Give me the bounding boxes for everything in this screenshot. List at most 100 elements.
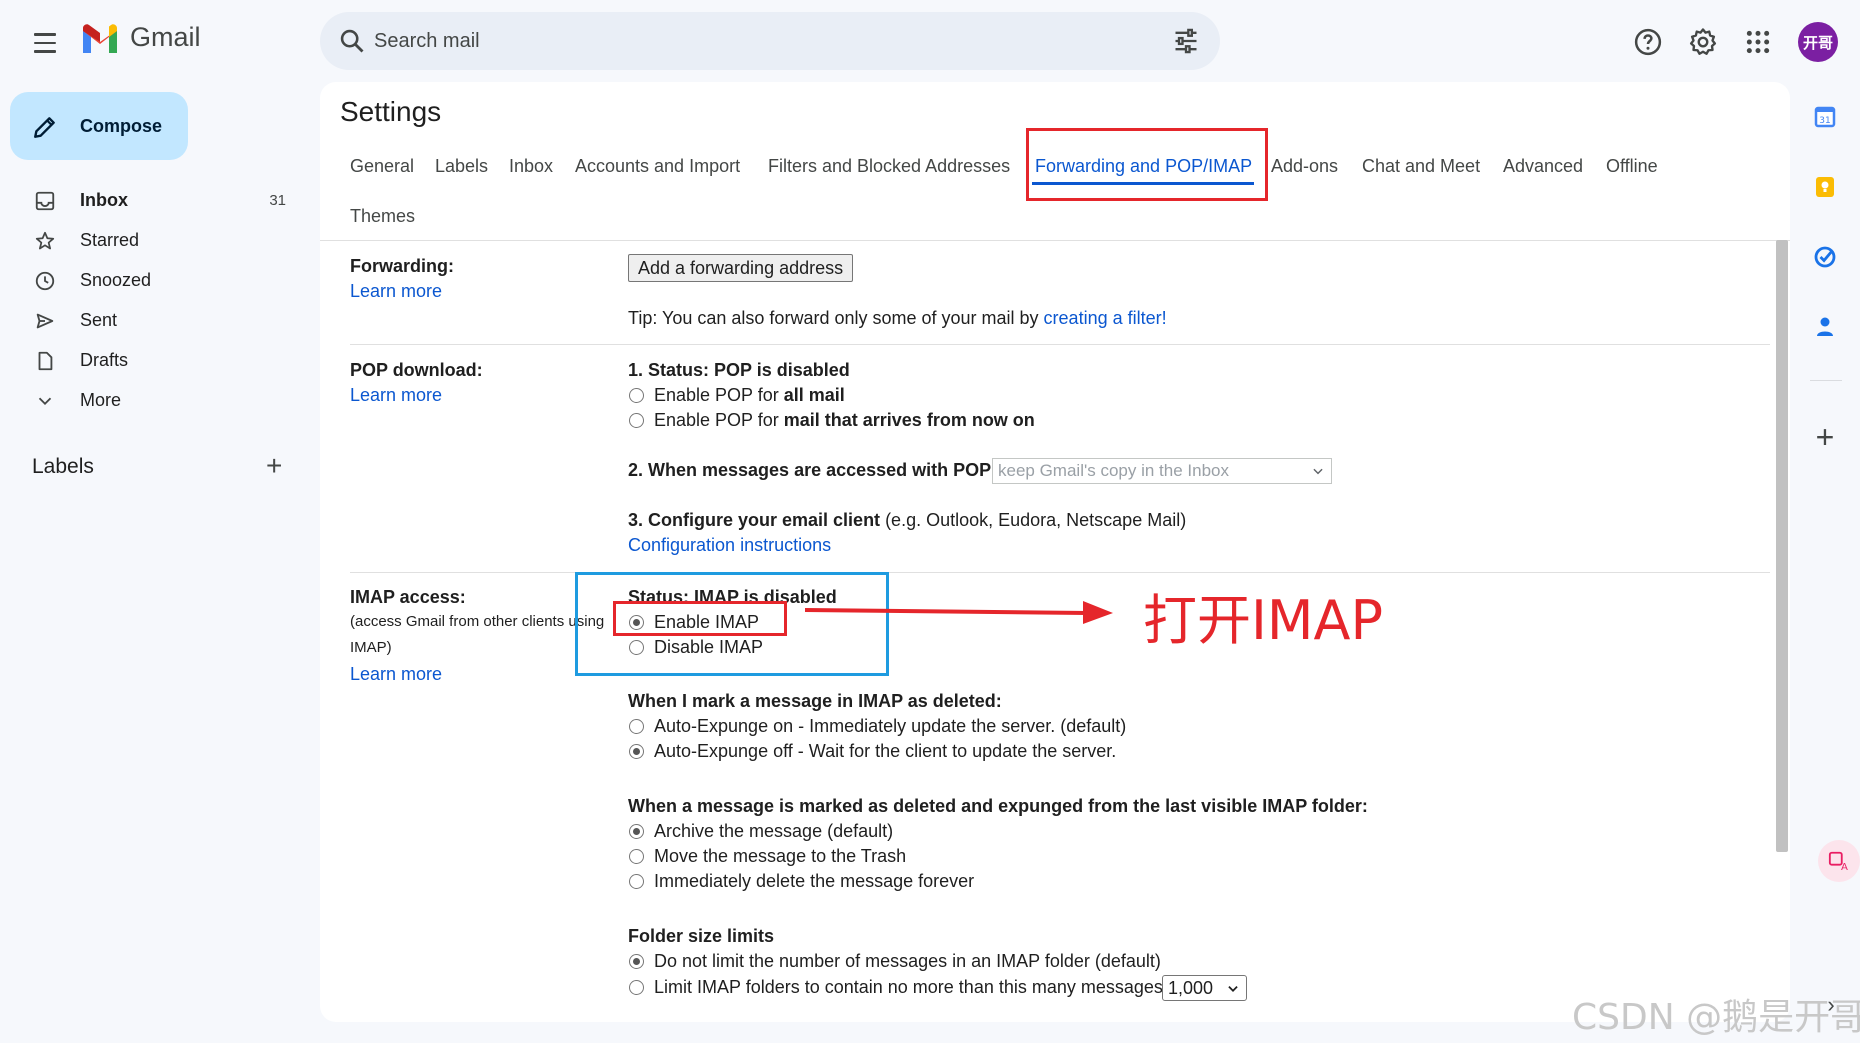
page-title: Settings bbox=[340, 96, 442, 127]
compose-button[interactable]: Compose bbox=[10, 92, 188, 160]
svg-text:A: A bbox=[1841, 862, 1848, 872]
section-divider bbox=[350, 344, 1770, 345]
tab-offline[interactable]: Offline bbox=[1606, 156, 1658, 177]
sidebar-item-label: Sent bbox=[80, 309, 118, 330]
forwarding-learn-more-link[interactable]: Learn more bbox=[350, 281, 442, 302]
auto-expunge-off-radio[interactable] bbox=[629, 744, 644, 759]
help-icon[interactable] bbox=[1628, 22, 1668, 62]
settings-scrollbar[interactable] bbox=[1776, 240, 1788, 852]
creating-filter-link[interactable]: creating a filter! bbox=[1044, 308, 1167, 328]
imap-access-description: (access Gmail from other clients using I… bbox=[350, 613, 605, 656]
search-input[interactable] bbox=[374, 12, 1134, 70]
imap-learn-more-link[interactable]: Learn more bbox=[350, 664, 442, 685]
svg-text:31: 31 bbox=[1819, 116, 1830, 126]
add-label-icon[interactable]: + bbox=[266, 452, 282, 480]
pop-access-select[interactable]: keep Gmail's copy in the Inbox bbox=[992, 458, 1332, 484]
annotation-arrow-icon bbox=[805, 601, 1113, 624]
sidebar-item-label: Starred bbox=[80, 229, 140, 250]
star-icon bbox=[35, 231, 55, 250]
limit-folder-radio[interactable] bbox=[629, 980, 644, 995]
pop-download-label: POP download: bbox=[350, 360, 483, 380]
send-icon bbox=[36, 313, 54, 329]
no-folder-limit-radio[interactable] bbox=[629, 954, 644, 969]
section-divider bbox=[350, 572, 1770, 573]
tab-chat-and-meet[interactable]: Chat and Meet bbox=[1362, 156, 1480, 177]
watermark: CSDN @鹅是开哥 bbox=[1572, 997, 1860, 1038]
imap-deleted-heading: When I mark a message in IMAP as deleted… bbox=[628, 691, 1002, 711]
add-forwarding-address-button[interactable]: Add a forwarding address bbox=[628, 254, 854, 282]
sidebar-item-sent[interactable]: Sent bbox=[0, 300, 300, 340]
configure-rest-text: (e.g. Outlook, Eudora, Netscape Mail) bbox=[880, 510, 1187, 530]
translate-icon[interactable]: A bbox=[1818, 840, 1860, 882]
account-avatar[interactable]: 开哥 bbox=[1798, 22, 1838, 62]
chevron-down-icon bbox=[1228, 986, 1238, 992]
sidebar-item-drafts[interactable]: Drafts bbox=[0, 340, 300, 380]
gmail-m-icon bbox=[83, 23, 117, 53]
sidebar-item-label: More bbox=[80, 389, 122, 410]
search-options-icon[interactable] bbox=[1172, 27, 1200, 55]
tab-add-ons[interactable]: Add-ons bbox=[1271, 156, 1338, 177]
option-text: Enable POP for bbox=[654, 410, 784, 430]
get-add-ons-plus-icon[interactable]: + bbox=[1810, 419, 1840, 455]
forwarding-tip: Tip: You can also forward only some of y… bbox=[628, 308, 1167, 329]
tab-themes[interactable]: Themes bbox=[350, 206, 415, 227]
auto-expunge-on-radio[interactable] bbox=[629, 719, 644, 734]
tab-inbox[interactable]: Inbox bbox=[509, 156, 553, 177]
tasks-icon[interactable] bbox=[1810, 242, 1840, 272]
imap-expunged-heading: When a message is marked as deleted and … bbox=[628, 796, 1368, 816]
auto-expunge-on-label: Auto-Expunge on - Immediately update the… bbox=[654, 716, 1127, 736]
limit-folder-label: Limit IMAP folders to contain no more th… bbox=[654, 977, 1163, 997]
chevron-down-icon bbox=[38, 397, 52, 406]
auto-expunge-off-label: Auto-Expunge off - Wait for the client t… bbox=[654, 741, 1117, 761]
tab-labels[interactable]: Labels bbox=[435, 156, 488, 177]
keep-icon[interactable] bbox=[1810, 172, 1840, 202]
archive-message-label: Archive the message (default) bbox=[654, 821, 894, 841]
search-icon[interactable] bbox=[338, 27, 366, 55]
clock-icon bbox=[35, 271, 55, 291]
sidebar-item-starred[interactable]: Starred bbox=[0, 220, 300, 260]
pop-status: 1. Status: POP is disabled bbox=[628, 360, 850, 380]
configure-bold-text: 3. Configure your email client bbox=[628, 510, 881, 530]
folder-size-heading: Folder size limits bbox=[628, 926, 775, 946]
chevron-down-icon bbox=[1313, 468, 1323, 475]
side-panel-divider bbox=[1810, 380, 1842, 381]
tab-general[interactable]: General bbox=[350, 156, 414, 177]
annotation-box-tab bbox=[1026, 128, 1268, 201]
move-to-trash-radio[interactable] bbox=[629, 849, 644, 864]
delete-forever-label: Immediately delete the message forever bbox=[654, 871, 975, 891]
pop-learn-more-link[interactable]: Learn more bbox=[350, 385, 442, 406]
forwarding-label: Forwarding: bbox=[350, 256, 454, 276]
draft-icon bbox=[38, 351, 53, 371]
sidebar-item-snoozed[interactable]: Snoozed bbox=[0, 260, 300, 300]
settings-gear-icon[interactable] bbox=[1683, 22, 1723, 62]
pop-accessed-label: 2. When messages are accessed with POP bbox=[628, 460, 992, 480]
settings-panel: Settings General Labels Inbox Accounts a… bbox=[320, 82, 1790, 1022]
tab-filters[interactable]: Filters and Blocked Addresses bbox=[768, 156, 1010, 177]
folder-limit-value: 1,000 bbox=[1168, 977, 1214, 998]
contacts-icon[interactable] bbox=[1810, 312, 1840, 342]
tab-accounts-and-import[interactable]: Accounts and Import bbox=[575, 156, 740, 177]
pop-access-selected-value: keep Gmail's copy in the Inbox bbox=[998, 461, 1229, 480]
apps-grid-icon[interactable] bbox=[1738, 22, 1778, 62]
gmail-logo[interactable]: Gmail bbox=[80, 22, 201, 53]
enable-pop-all-radio[interactable] bbox=[629, 388, 644, 403]
configure-client-text: 3. Configure your email client (e.g. Out… bbox=[628, 510, 1186, 531]
configuration-instructions-link[interactable]: Configuration instructions bbox=[628, 535, 831, 556]
option-text: Enable POP for bbox=[654, 385, 784, 405]
folder-limit-select[interactable]: 1,000 bbox=[1162, 975, 1247, 1001]
sidebar-item-more[interactable]: More bbox=[0, 380, 300, 420]
pencil-icon bbox=[34, 117, 55, 138]
enable-pop-all-label: Enable POP for all mail bbox=[654, 385, 845, 406]
tab-advanced[interactable]: Advanced bbox=[1503, 156, 1583, 177]
sidebar-item-inbox[interactable]: Inbox 31 bbox=[0, 180, 300, 220]
enable-pop-now-on-radio[interactable] bbox=[629, 413, 644, 428]
archive-message-radio[interactable] bbox=[629, 824, 644, 839]
no-folder-limit-label: Do not limit the number of messages in a… bbox=[654, 951, 1161, 971]
option-bold-text: mail that arrives from now on bbox=[783, 410, 1035, 430]
calendar-icon[interactable]: 31 bbox=[1810, 102, 1840, 132]
search-bar[interactable] bbox=[320, 12, 1220, 70]
main-menu-button[interactable] bbox=[28, 26, 62, 60]
inbox-icon bbox=[35, 191, 55, 211]
tip-text: Tip: You can also forward only some of y… bbox=[628, 308, 1044, 328]
delete-forever-radio[interactable] bbox=[629, 874, 644, 889]
